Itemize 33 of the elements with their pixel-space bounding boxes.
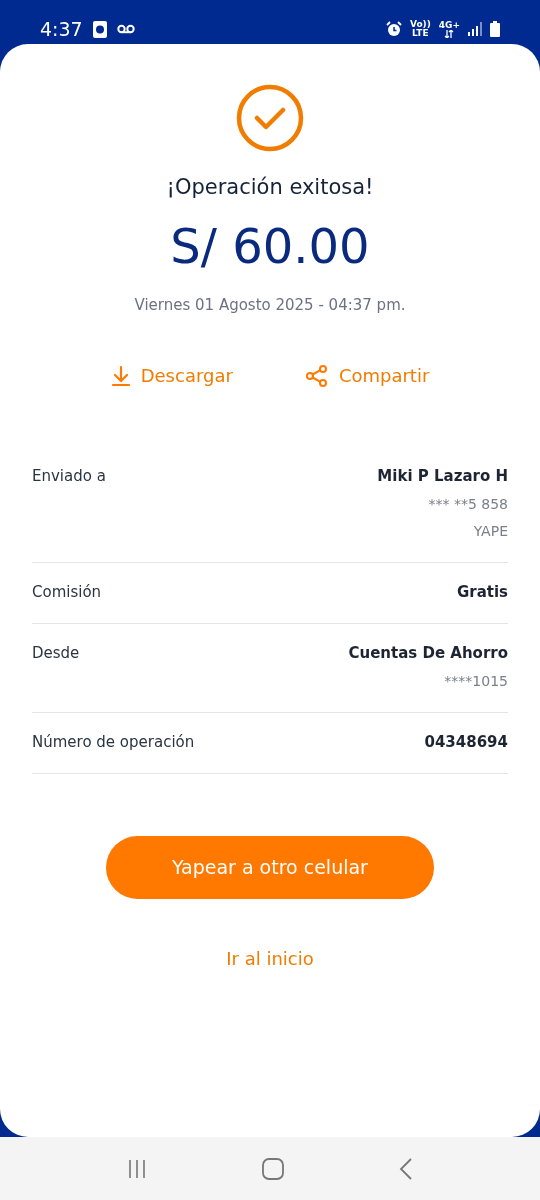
status-time: 4:37 [40, 16, 83, 42]
detail-subvalue: YAPE [473, 521, 508, 541]
alarm-icon [385, 21, 402, 37]
detail-subvalue: ****1015 [444, 671, 508, 691]
detail-value: 04348694 [424, 731, 508, 753]
detail-label: Enviado a [32, 466, 106, 487]
detail-value: Cuentas De Ahorro [348, 643, 508, 664]
detail-label: Número de operación [32, 731, 195, 753]
download-icon [110, 364, 131, 387]
download-button[interactable]: Descargar [110, 362, 233, 389]
home-link[interactable]: Ir al inicio [226, 945, 314, 972]
success-title: ¡Operación exitosa! [166, 174, 374, 201]
back-icon[interactable] [398, 1157, 413, 1180]
lte-label: LTE [412, 29, 429, 38]
check-circle-icon [236, 84, 304, 152]
recent-apps-icon[interactable] [127, 1158, 148, 1179]
share-button[interactable]: Compartir [304, 362, 430, 389]
voicemail-icon [116, 24, 135, 34]
data-arrows-icon [444, 29, 455, 38]
detail-value: Gratis [456, 581, 508, 603]
signal-icon [468, 22, 482, 36]
detail-label: Comisión [32, 581, 102, 603]
volte-label: Vo)) [409, 20, 431, 29]
share-icon [304, 363, 329, 388]
amount: S/ 60.00 [170, 217, 370, 274]
detail-label: Desde [32, 643, 80, 664]
yapear-button[interactable]: Yapear a otro celular [106, 836, 434, 899]
battery-icon [490, 21, 500, 37]
date-time: Viernes 01 Agosto 2025 - 04:37 pm. [134, 294, 406, 316]
detail-value: Miki P Lazaro H [377, 466, 508, 487]
detail-subvalue: *** **5 858 [428, 494, 508, 514]
network-label: 4G+ [438, 20, 460, 30]
home-icon[interactable] [262, 1157, 284, 1180]
